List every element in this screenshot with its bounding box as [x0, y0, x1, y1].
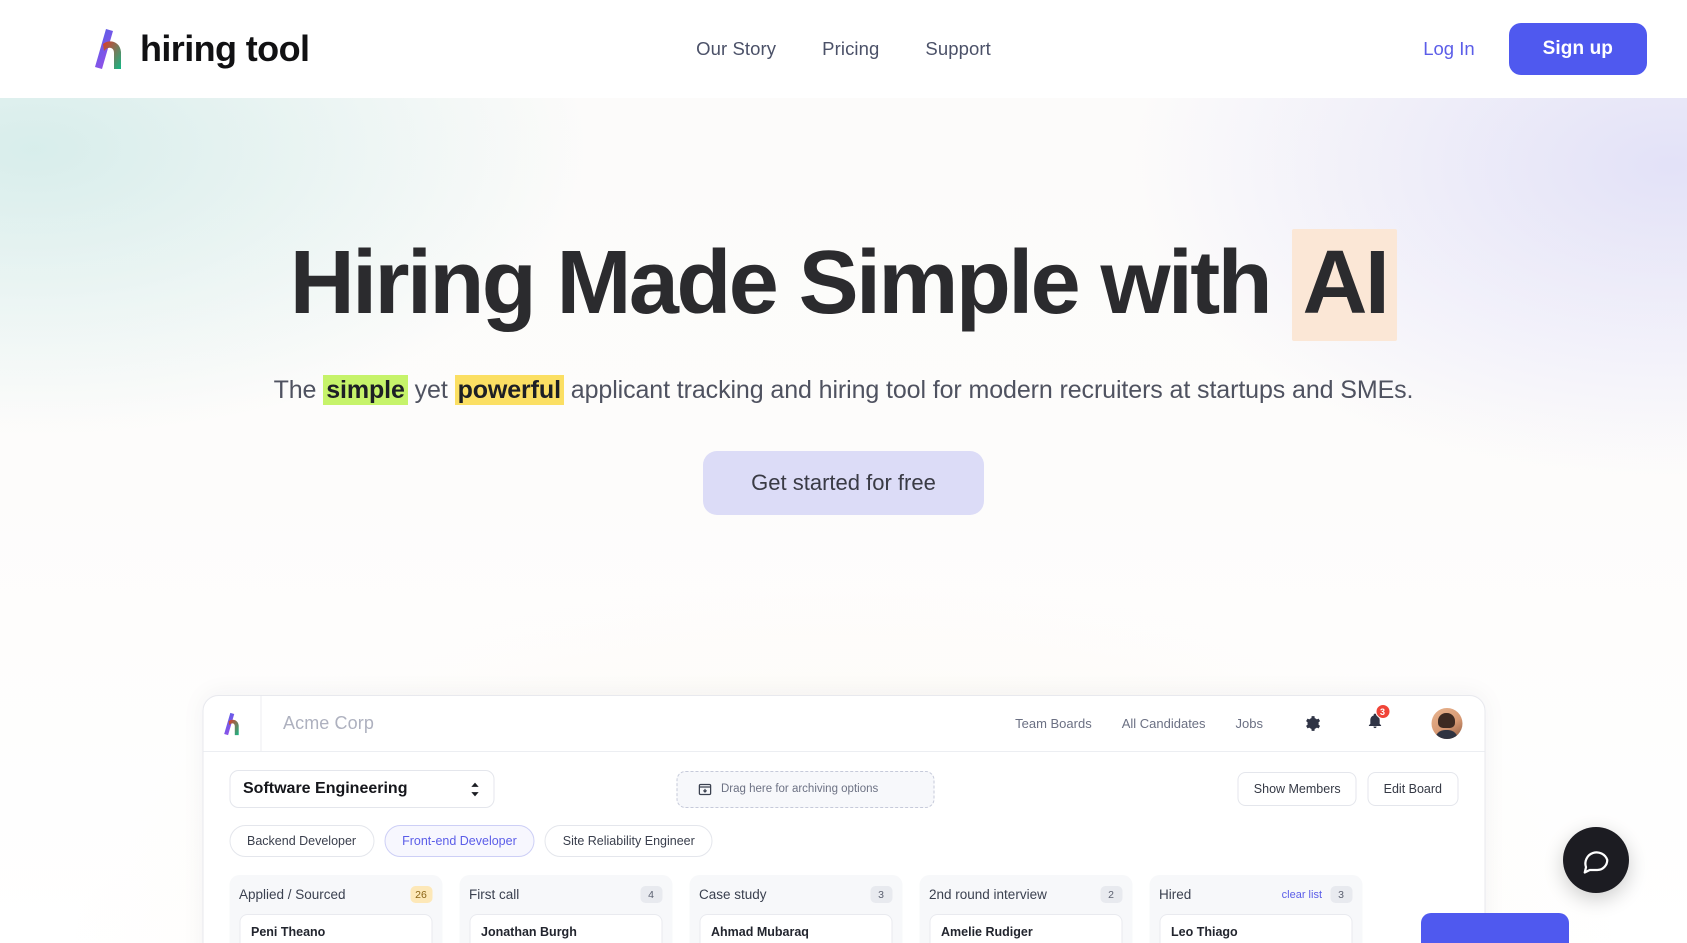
- nav-actions: Log In Sign up: [1423, 23, 1647, 75]
- archive-dropzone-label: Drag here for archiving options: [721, 783, 879, 795]
- app-nav-jobs[interactable]: Jobs: [1236, 716, 1263, 731]
- job-select[interactable]: Software Engineering: [229, 770, 494, 808]
- hero-title-text: Hiring Made Simple with: [289, 233, 1293, 333]
- candidate-name: Leo Thiago: [1171, 925, 1238, 939]
- column-header: Hired clear list 3: [1159, 886, 1352, 903]
- column-title: Applied / Sourced: [239, 887, 346, 902]
- chat-bubble-icon: [1583, 851, 1609, 874]
- candidate-card[interactable]: Peni Theano Backend Developer 5d: [239, 914, 432, 943]
- app-header: Acme Corp Team Boards All Candidates Job…: [203, 696, 1484, 752]
- app-nav-links: Team Boards All Candidates Jobs 3: [1015, 704, 1462, 739]
- kanban-column-2nd-round-interview: 2nd round interview 2 Amelie Rudiger Bac…: [919, 875, 1132, 943]
- column-header: First call 4: [469, 886, 662, 903]
- column-count: 2: [1100, 886, 1122, 903]
- primary-nav-links: Our Story Pricing Support: [696, 38, 991, 60]
- column-header: Applied / Sourced 26: [239, 886, 432, 903]
- app-h-logo-icon: [223, 712, 239, 735]
- role-filter-chips: Backend Developer Front-end Developer Si…: [203, 808, 1484, 857]
- nav-link-pricing[interactable]: Pricing: [822, 38, 879, 60]
- page-title: Hiring Made Simple with AI: [0, 229, 1687, 341]
- board-toolbar: Software Engineering Drag here for archi…: [203, 752, 1484, 808]
- column-header: 2nd round interview 2: [929, 886, 1122, 903]
- app-nav-team-boards[interactable]: Team Boards: [1015, 716, 1092, 731]
- column-title: First call: [469, 887, 520, 902]
- column-count: 26: [410, 886, 432, 903]
- candidate-card[interactable]: Amelie Rudiger Backend Developer 3.2 2d: [929, 914, 1122, 943]
- hero-sub-highlight-simple: simple: [323, 374, 408, 405]
- hero-sub-highlight-powerful: powerful: [454, 374, 564, 405]
- hero-sub-part2: yet: [407, 375, 455, 404]
- floating-action-pill[interactable]: [1421, 913, 1569, 943]
- top-navigation-bar: hiring tool Our Story Pricing Support Lo…: [0, 0, 1687, 98]
- archive-box-icon: [698, 783, 711, 795]
- candidate-name: Peni Theano: [251, 925, 326, 939]
- hero-content: Hiring Made Simple with AI The simple ye…: [0, 98, 1687, 515]
- avatar[interactable]: [1431, 708, 1462, 739]
- hero-sub-part3: applicant tracking and hiring tool for m…: [563, 375, 1414, 404]
- chip-site-reliability-engineer[interactable]: Site Reliability Engineer: [544, 825, 713, 857]
- nav-link-support[interactable]: Support: [925, 38, 991, 60]
- hero-subtitle: The simple yet powerful applicant tracki…: [0, 374, 1687, 405]
- signup-button[interactable]: Sign up: [1508, 23, 1647, 75]
- brand-wordmark: hiring tool: [140, 28, 310, 69]
- edit-board-button[interactable]: Edit Board: [1367, 772, 1458, 806]
- column-count: 3: [870, 886, 892, 903]
- board-toolbar-actions: Show Members Edit Board: [1237, 772, 1458, 806]
- notifications-button[interactable]: 3: [1366, 704, 1390, 735]
- candidate-card[interactable]: Jonathan Burgh Front-end Developer 4d: [469, 914, 662, 943]
- column-title: Case study: [699, 887, 767, 902]
- chip-backend-developer[interactable]: Backend Developer: [229, 825, 375, 857]
- get-started-button[interactable]: Get started for free: [703, 450, 984, 515]
- kanban-column-first-call: First call 4 Jonathan Burgh Front-end De…: [459, 875, 672, 943]
- kanban-column-case-study: Case study 3 Ahmad Mubaraq Backend Devel…: [689, 875, 902, 943]
- hero-title-highlight-ai: AI: [1292, 229, 1398, 341]
- h-gradient-logo-icon: [95, 29, 121, 69]
- app-logo-cell[interactable]: [203, 696, 261, 752]
- nav-link-our-story[interactable]: Our Story: [696, 38, 776, 60]
- hero-section: Hiring Made Simple with AI The simple ye…: [0, 98, 1687, 943]
- login-link[interactable]: Log In: [1423, 38, 1474, 60]
- chevron-updown-icon: [470, 782, 479, 796]
- archive-dropzone[interactable]: Drag here for archiving options: [676, 770, 934, 808]
- column-count: 3: [1330, 886, 1352, 903]
- candidate-name: Ahmad Mubaraq: [711, 925, 809, 939]
- brand-logo[interactable]: hiring tool: [92, 28, 310, 70]
- candidate-name: Jonathan Burgh: [481, 925, 577, 939]
- candidate-card[interactable]: Ahmad Mubaraq Backend Developer 3.4 3d: [699, 914, 892, 943]
- workspace-name: Acme Corp: [283, 713, 374, 733]
- show-members-button[interactable]: Show Members: [1237, 772, 1357, 806]
- gear-icon[interactable]: [1303, 715, 1320, 732]
- job-select-value: Software Engineering: [243, 780, 408, 797]
- chat-button[interactable]: [1563, 827, 1629, 893]
- column-title: 2nd round interview: [929, 887, 1047, 902]
- candidate-card[interactable]: Leo Thiago Backend Developer 3.2 1w: [1159, 914, 1352, 943]
- clear-list-link[interactable]: clear list: [1282, 889, 1322, 901]
- app-preview-mockup: Acme Corp Team Boards All Candidates Job…: [202, 695, 1485, 943]
- kanban-column-applied-sourced: Applied / Sourced 26 Peni Theano Backend…: [229, 875, 442, 943]
- column-count: 4: [640, 886, 662, 903]
- column-title: Hired: [1159, 887, 1192, 902]
- hero-sub-part1: The: [273, 375, 324, 404]
- candidate-name: Amelie Rudiger: [941, 925, 1033, 939]
- column-header: Case study 3: [699, 886, 892, 903]
- app-nav-all-candidates[interactable]: All Candidates: [1122, 716, 1206, 731]
- notification-badge: 3: [1375, 704, 1390, 719]
- kanban-column-hired: Hired clear list 3 Leo Thiago Backend De…: [1149, 875, 1362, 943]
- chip-front-end-developer[interactable]: Front-end Developer: [384, 825, 535, 857]
- kanban-board: Applied / Sourced 26 Peni Theano Backend…: [203, 857, 1484, 943]
